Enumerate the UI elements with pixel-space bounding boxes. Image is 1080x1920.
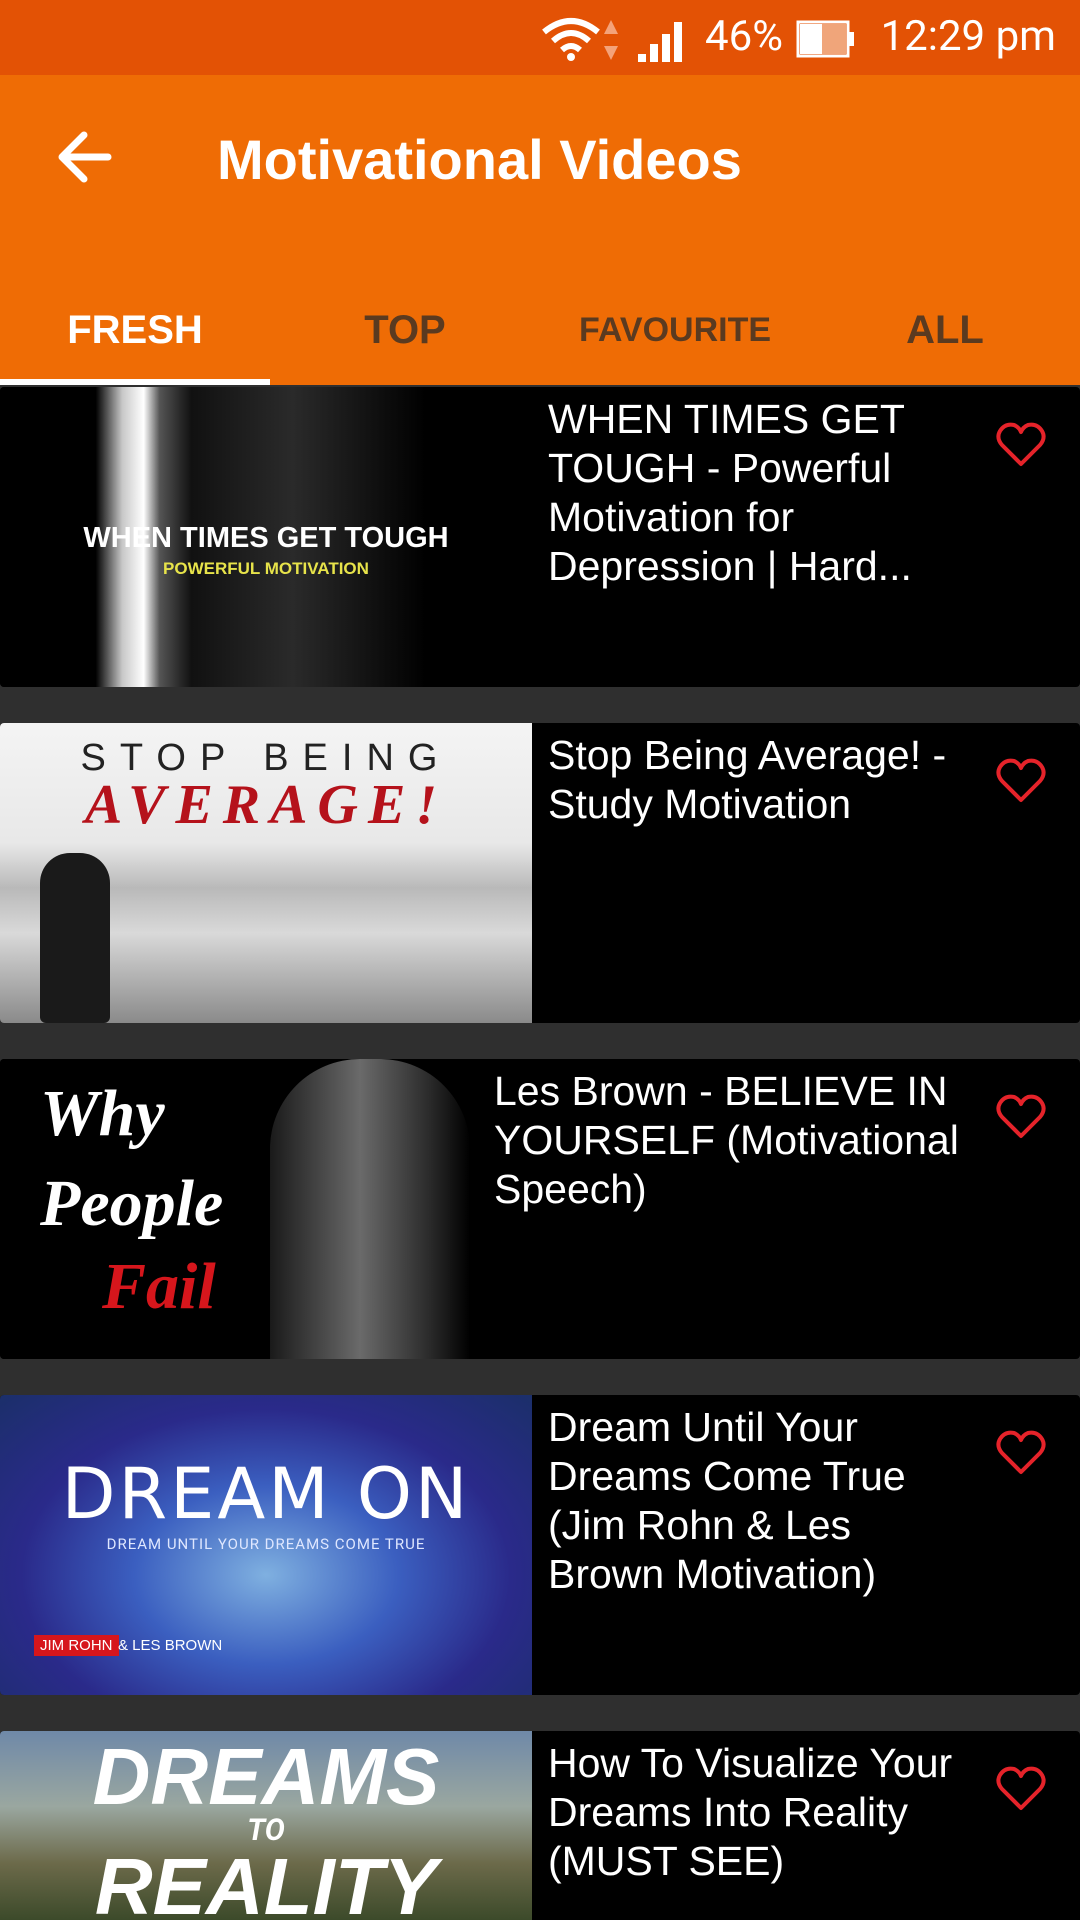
thumbnail-headline: DREAMS (92, 1732, 440, 1821)
wifi-icon (542, 18, 600, 61)
thumbnail-subline: AVERAGE! (84, 774, 448, 836)
video-title[interactable]: How To Visualize Your Dreams Into Realit… (548, 1739, 968, 1886)
video-card-2[interactable]: STOP BEING AVERAGE! Stop Being Average! … (0, 723, 1080, 1023)
video-card-4[interactable]: DREAM ON DREAM UNTIL YOUR DREAMS COME TR… (0, 1395, 1080, 1695)
video-title[interactable]: Les Brown - BELIEVE IN YOURSELF (Motivat… (494, 1067, 974, 1214)
video-thumbnail[interactable]: WHEN TIMES GET TOUGH POWERFUL MOTIVATION (0, 387, 532, 687)
thumbnail-badge-secondary: & LES BROWN (118, 1637, 223, 1654)
thumbnail-subline: REALITY (94, 1842, 438, 1920)
thumbnail-headline: Why People (40, 1077, 224, 1240)
video-title[interactable]: Dream Until Your Dreams Come True (Jim R… (548, 1403, 968, 1599)
thumbnail-subline: POWERFUL MOTIVATION (163, 559, 369, 578)
person-silhouette (40, 853, 110, 1023)
tab-favourite[interactable]: FAVOURITE (540, 275, 810, 385)
thumbnail-badge: JIM ROHN (34, 1635, 119, 1656)
back-arrow-icon[interactable] (56, 131, 112, 183)
video-thumbnail[interactable]: DREAMS TO REALITY (0, 1731, 532, 1920)
video-thumbnail[interactable]: STOP BEING AVERAGE! (0, 723, 532, 1023)
video-thumbnail[interactable]: DREAM ON DREAM UNTIL YOUR DREAMS COME TR… (0, 1395, 532, 1695)
tab-indicator (0, 379, 270, 385)
favourite-heart-icon[interactable] (996, 1430, 1046, 1476)
battery-percent: 46% (705, 12, 783, 61)
thumbnail-subline: DREAM UNTIL YOUR DREAMS COME TRUE (106, 1535, 426, 1553)
tab-fresh[interactable]: FRESH (0, 275, 270, 385)
tab-top[interactable]: TOP (270, 275, 540, 385)
video-title[interactable]: Stop Being Average! - Study Motivation (548, 731, 968, 829)
video-title[interactable]: WHEN TIMES GET TOUGH - Powerful Motivati… (548, 395, 968, 591)
signal-icon (638, 22, 682, 62)
favourite-heart-icon[interactable] (996, 1094, 1046, 1140)
tab-bar: FRESH TOP FAVOURITE ALL (0, 275, 1080, 385)
video-card-5[interactable]: DREAMS TO REALITY How To Visualize Your … (0, 1731, 1080, 1920)
app-bar: Motivational Videos FRESH TOP FAVOURITE … (0, 75, 1080, 385)
clock: 12:29 pm (880, 12, 1056, 61)
thumbnail-headline: DREAM ON (61, 1453, 471, 1535)
page-title: Motivational Videos (217, 128, 742, 191)
favourite-heart-icon[interactable] (996, 422, 1046, 468)
status-bar: 46% 12:29 pm (0, 0, 1080, 75)
favourite-heart-icon[interactable] (996, 1766, 1046, 1812)
thumbnail-headline: WHEN TIMES GET TOUGH (83, 522, 449, 554)
video-thumbnail[interactable]: Why People Fail (0, 1059, 476, 1359)
video-card-3[interactable]: Why People Fail Les Brown - BELIEVE IN Y… (0, 1059, 1080, 1359)
favourite-heart-icon[interactable] (996, 758, 1046, 804)
tab-all[interactable]: ALL (810, 275, 1080, 385)
battery-icon (796, 20, 854, 58)
data-arrows-icon (604, 20, 618, 60)
video-card-1[interactable]: WHEN TIMES GET TOUGH POWERFUL MOTIVATION… (0, 387, 1080, 687)
speaker-portrait (270, 1059, 470, 1359)
